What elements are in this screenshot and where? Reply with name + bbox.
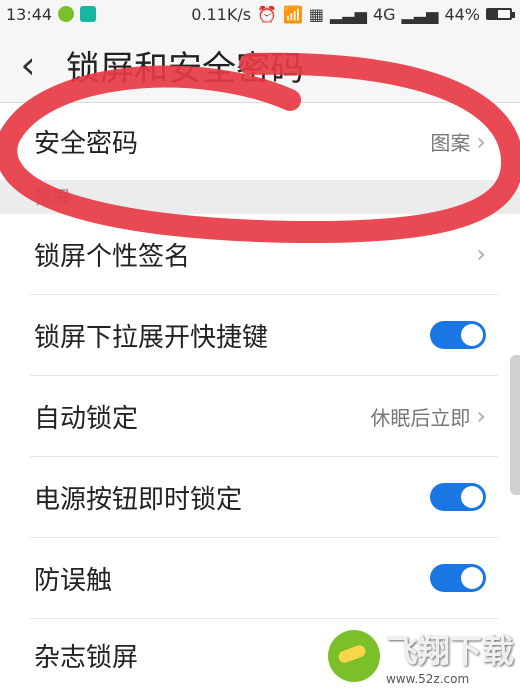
row-value: 休眠后立即 › <box>370 402 520 431</box>
app-notification-icon <box>58 6 75 22</box>
chevron-right-icon: › <box>476 127 486 156</box>
row-value: 图案 › <box>430 127 520 156</box>
anti-mistouch-toggle[interactable] <box>430 564 486 592</box>
security-password-value: 图案 <box>430 131 471 155</box>
signal-icon-2: ▂▃▅ <box>401 4 439 24</box>
wifi-icon: 📶 <box>282 4 303 24</box>
row-label: 锁屏个性签名 <box>34 241 191 272</box>
page-title: 锁屏和安全密码 <box>66 48 304 89</box>
row-auto-lock[interactable]: 自动锁定 休眠后立即 › <box>0 376 520 456</box>
row-label: 防误触 <box>34 565 113 596</box>
network-type: 4G <box>372 4 396 24</box>
watermark-text: 飞翔下载 <box>385 632 514 670</box>
row-lockscreen-signature[interactable]: 锁屏个性签名 › <box>0 214 520 294</box>
signal-icon: ▂▃▅ <box>330 4 367 24</box>
chevron-left-icon: ‹ <box>20 43 36 87</box>
battery-fill <box>488 10 498 18</box>
row-label: 锁屏下拉展开快捷键 <box>34 322 269 353</box>
row-label: 电源按钮即时锁定 <box>34 484 243 515</box>
row-value: › <box>476 240 520 268</box>
status-bar: 13:44 0.11K/s ⏰ 📶 ▦ ▂▃▅ 4G ▂▃▅ 44% <box>0 0 520 28</box>
row-label: 自动锁定 <box>34 403 139 434</box>
power-button-lock-toggle[interactable] <box>430 483 486 511</box>
row-security-password[interactable]: 安全密码 图案 › <box>0 103 520 180</box>
row-power-button-lock[interactable]: 电源按钮即时锁定 <box>0 457 520 537</box>
sim-icon: ▦ <box>308 4 325 24</box>
row-label: 杂志锁屏 <box>34 643 139 673</box>
section-label: 锁屏 <box>34 188 70 209</box>
chevron-right-icon: › <box>476 402 486 430</box>
qr-app-icon <box>80 6 97 22</box>
status-time: 13:44 <box>6 4 53 24</box>
row-pulldown-shortcuts[interactable]: 锁屏下拉展开快捷键 <box>0 295 520 375</box>
auto-lock-value: 休眠后立即 <box>370 405 471 430</box>
leaf-logo-icon <box>327 630 380 682</box>
back-button[interactable]: ‹ <box>0 28 56 102</box>
watermark-url: www.52z.com <box>385 672 470 686</box>
pulldown-shortcuts-toggle[interactable] <box>430 321 486 349</box>
battery-percent: 44% <box>444 4 480 24</box>
row-anti-mistouch[interactable]: 防误触 <box>0 538 520 618</box>
watermark: 飞翔下载 www.52z.com <box>327 626 514 686</box>
section-header-lockscreen: 锁屏 <box>0 180 520 214</box>
row-label: 安全密码 <box>34 129 139 159</box>
scroll-handle[interactable] <box>510 355 520 495</box>
chevron-right-icon: › <box>476 240 486 268</box>
alarm-icon: ⏰ <box>257 4 277 24</box>
battery-icon <box>486 8 515 20</box>
net-speed: 0.11K/s <box>191 4 252 24</box>
page-header: ‹ 锁屏和安全密码 <box>0 28 520 102</box>
